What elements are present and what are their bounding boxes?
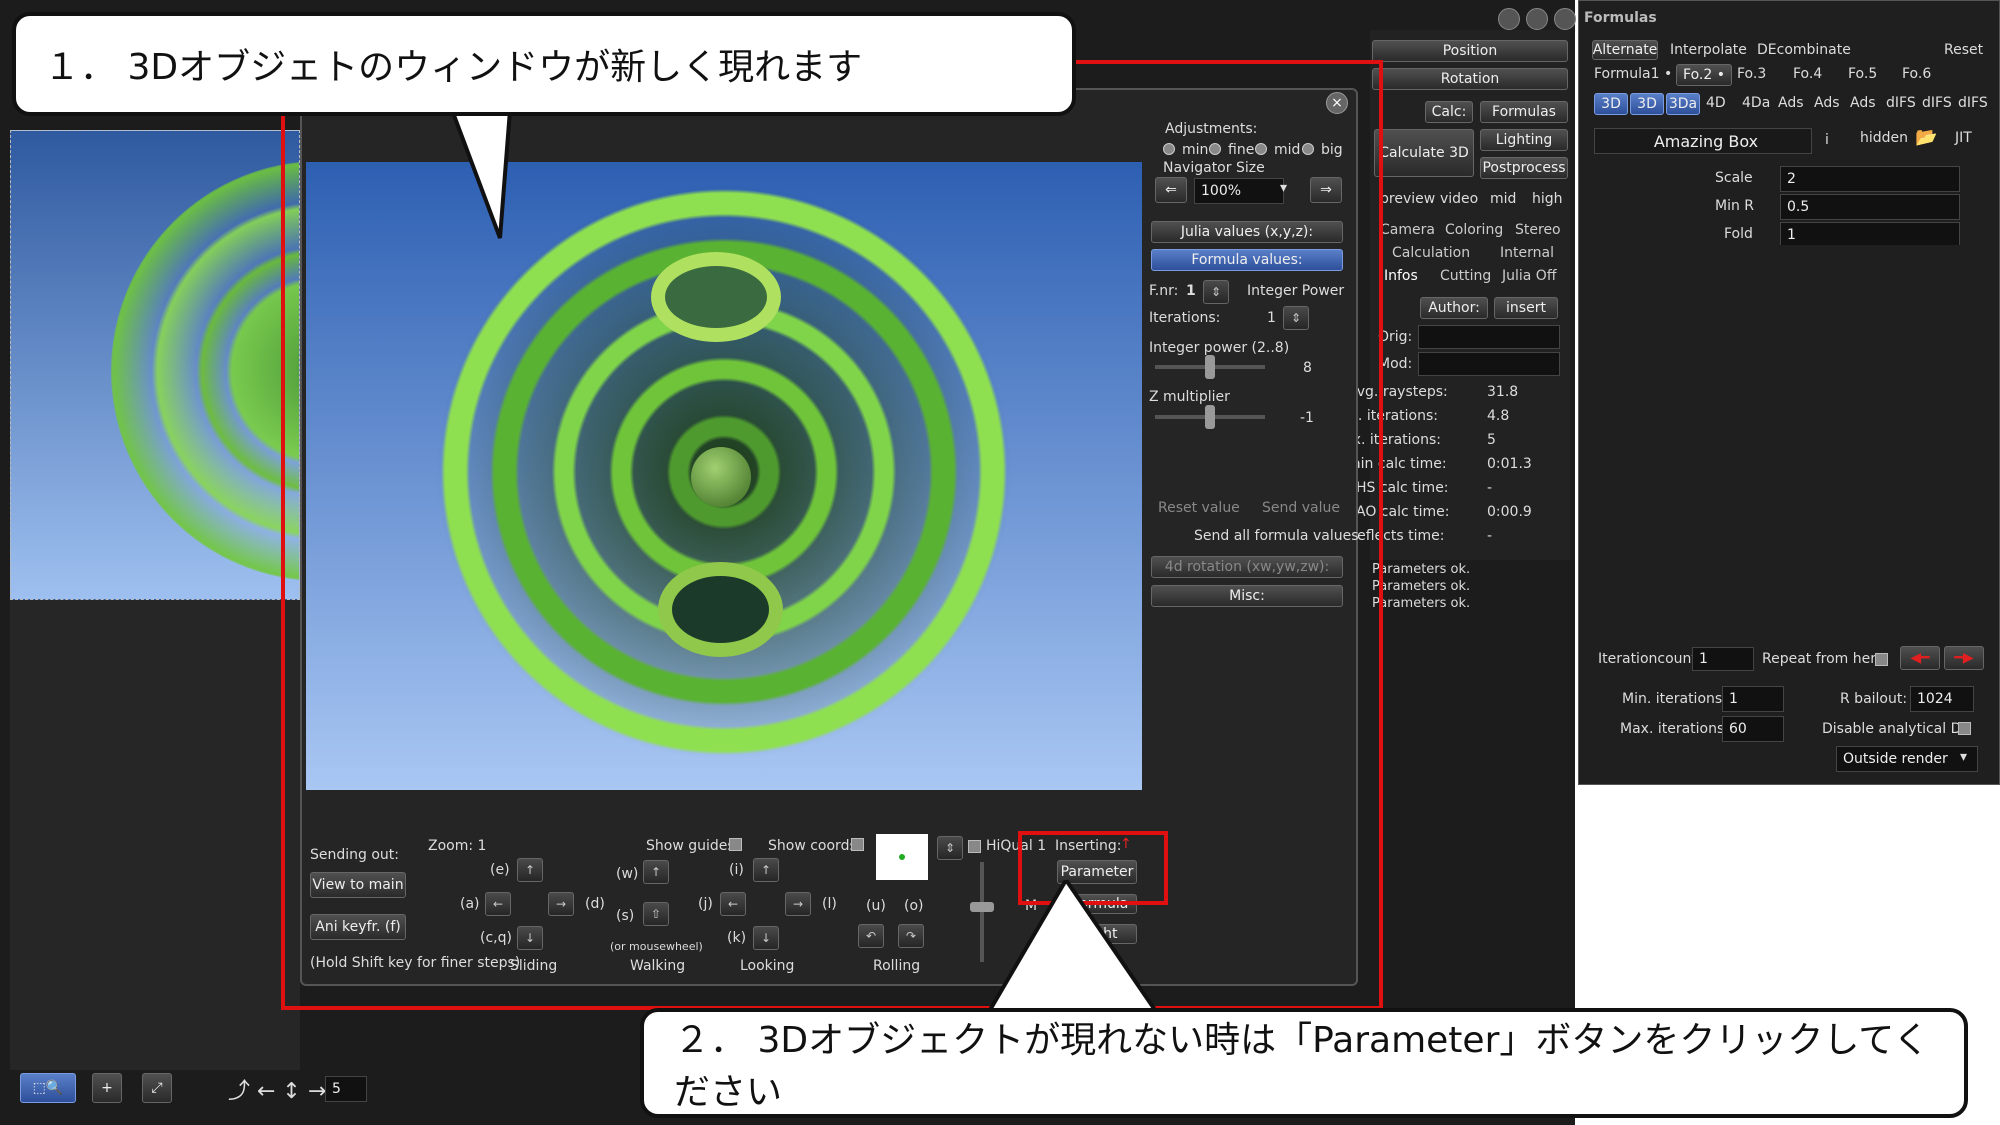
min-iter-field[interactable]: 1 (1722, 686, 1784, 712)
tab-coloring[interactable]: Coloring (1445, 222, 1503, 238)
formula-slot-tab[interactable]: Formula1 • (1594, 66, 1672, 82)
expand-tool[interactable]: ⤢ (142, 1073, 172, 1103)
add-tool[interactable]: + (92, 1073, 122, 1103)
formula-param-field[interactable]: 0.5 (1780, 194, 1960, 220)
lighting-button[interactable]: Lighting (1480, 129, 1568, 151)
formula-mode-button[interactable]: dIFS (1958, 95, 1988, 111)
formula-mode-button[interactable]: 4D (1706, 95, 1726, 111)
folder-icon[interactable]: 📂 (1915, 127, 1937, 148)
stat-value: 5 (1487, 432, 1496, 448)
main-lower-area (10, 600, 300, 1070)
insert-button[interactable]: insert (1494, 297, 1558, 319)
mod-field[interactable] (1418, 352, 1560, 376)
mod-label: Mod: (1378, 356, 1413, 372)
max-iter-label: Max. iterations: (1620, 721, 1729, 737)
formula-slot-tab[interactable]: Fo.4 (1793, 66, 1822, 82)
rotate-arrows-icon[interactable]: ⤴ ← ↕ → (228, 1073, 326, 1105)
stat-value: 0:01.3 (1487, 456, 1532, 472)
mid-option[interactable]: mid (1490, 191, 1516, 207)
bottom-callout: ２． 3Dオブジェクトが現れない時は「Parameter」ボタンをクリックしてく… (640, 1008, 1968, 1118)
formula-mode-button[interactable]: Ads (1778, 95, 1804, 111)
outside-render-select[interactable]: Outside render (1836, 746, 1978, 772)
formula-mode-button[interactable]: 4Da (1742, 95, 1770, 111)
close-icon[interactable] (1554, 8, 1576, 30)
stat-value: 0:00.9 (1487, 504, 1532, 520)
jit-label[interactable]: JIT (1955, 130, 1972, 146)
disable-de-checkbox[interactable] (1958, 722, 1971, 735)
formulas-empty-area (1590, 245, 1988, 640)
tab-cutting[interactable]: Cutting (1440, 268, 1491, 284)
orig-field[interactable] (1418, 325, 1560, 349)
decombinate-tab[interactable]: DEcombinate (1757, 42, 1851, 58)
chevron-down-icon[interactable]: ▾ (1960, 749, 1967, 765)
formula-mode-button[interactable]: dIFS (1922, 95, 1952, 111)
formula-param-field[interactable]: 2 (1780, 166, 1960, 192)
tab-infos[interactable]: Infos (1384, 268, 1418, 284)
formulas-button[interactable]: Formulas (1480, 101, 1568, 123)
position-button[interactable]: Position (1372, 40, 1568, 62)
stat-value: - (1487, 480, 1493, 496)
itercount-field[interactable]: 1 (1692, 647, 1754, 671)
maximize-icon[interactable] (1526, 8, 1548, 30)
min-iter-label: Min. iterations: (1622, 691, 1727, 707)
top-callout-tail (449, 108, 513, 239)
rbailout-field[interactable]: 1024 (1910, 686, 1974, 712)
log-line: Parameters ok. (1372, 596, 1471, 611)
reset-button[interactable]: Reset (1944, 42, 1983, 58)
tab-internal[interactable]: Internal (1500, 245, 1554, 261)
formula-mode-button[interactable]: Ads (1814, 95, 1840, 111)
formula-slot-tab[interactable]: Fo.5 (1848, 66, 1877, 82)
repeat-checkbox[interactable] (1875, 653, 1888, 666)
tab-julia-off[interactable]: Julia Off (1502, 268, 1556, 284)
high-option[interactable]: high (1532, 191, 1563, 207)
minimize-icon[interactable] (1498, 8, 1520, 30)
move-right-button[interactable]: ━▶ (1944, 646, 1984, 670)
rotation-button[interactable]: Rotation (1372, 68, 1568, 90)
move-left-button[interactable]: ◀━ (1900, 646, 1940, 670)
author-button[interactable]: Author: (1420, 297, 1488, 319)
hidden-toggle[interactable]: hidden (1860, 130, 1908, 146)
itercount-label: Iterationcount (1598, 651, 1697, 667)
tab-stereo[interactable]: Stereo (1515, 222, 1561, 238)
formula-param-label: Fold (1724, 226, 1753, 242)
formulas-title: Formulas (1584, 10, 1657, 26)
formula-mode-button[interactable]: Ads (1850, 95, 1876, 111)
stat-value: 31.8 (1487, 384, 1519, 400)
step-value-field[interactable]: 5 (325, 1076, 367, 1102)
stat-value: - (1487, 528, 1493, 544)
top-callout: １． 3Dオブジェトのウィンドウが新しく現れます (12, 12, 1076, 116)
alternate-button[interactable]: Alternate (1592, 40, 1658, 60)
formula-mode-button[interactable]: 3Da (1666, 93, 1700, 115)
formula-slot-tab[interactable]: Fo.2 • (1676, 64, 1732, 86)
max-iter-field[interactable]: 60 (1722, 716, 1784, 742)
tab-calculation[interactable]: Calculation (1392, 245, 1470, 261)
calculate-3d-button[interactable]: Calculate 3D (1374, 129, 1474, 177)
formula-mode-button[interactable]: 3D (1594, 93, 1628, 115)
calc-button[interactable]: Calc: (1425, 101, 1473, 123)
formula-mode-button[interactable]: dIFS (1886, 95, 1916, 111)
rbailout-label: R bailout: (1840, 691, 1908, 707)
main-render-canvas (10, 130, 300, 600)
interpolate-tab[interactable]: Interpolate (1670, 42, 1747, 58)
formula-param-label: Min R (1715, 198, 1755, 214)
video-option[interactable]: video (1440, 191, 1478, 207)
bottom-callout-tail (986, 880, 1159, 1012)
log-line: Parameters ok. (1372, 562, 1471, 577)
formula-slot-tab[interactable]: Fo.3 (1737, 66, 1766, 82)
fractal-sphere-partial (111, 161, 299, 581)
formula-mode-button[interactable]: 3D (1630, 93, 1664, 115)
repeat-label: Repeat from here (1762, 651, 1885, 667)
tab-camera[interactable]: Camera (1380, 222, 1435, 238)
stat-value: 4.8 (1487, 408, 1510, 424)
preview-option[interactable]: preview (1380, 191, 1435, 207)
log-line: Parameters ok. (1372, 579, 1471, 594)
info-icon[interactable]: i (1825, 132, 1829, 148)
formula-param-label: Scale (1715, 170, 1753, 186)
formula-name-field[interactable]: Amazing Box (1594, 128, 1812, 154)
orig-label: Orig: (1378, 329, 1413, 345)
formula-slot-tab[interactable]: Fo.6 (1902, 66, 1931, 82)
disable-de-label: Disable analytical DE (1822, 721, 1971, 737)
select-zoom-tool[interactable]: ⬚🔍 (20, 1073, 76, 1103)
postprocess-button[interactable]: Postprocess (1480, 157, 1568, 179)
